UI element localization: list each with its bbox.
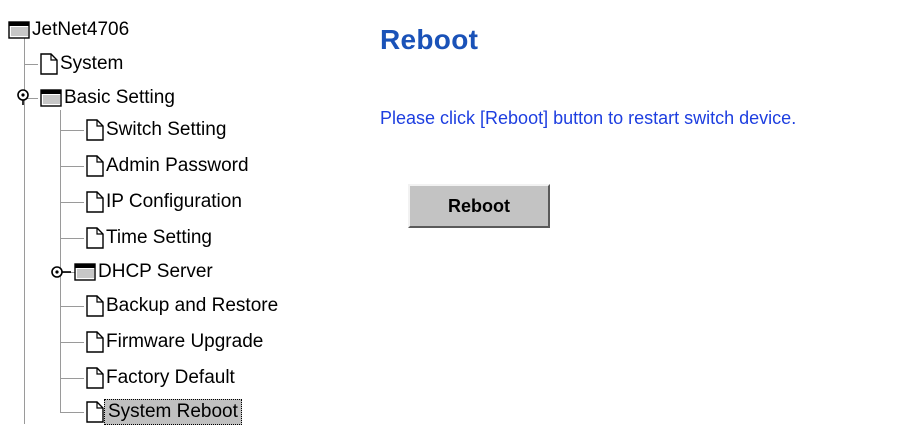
tree-label-system: System bbox=[60, 53, 124, 74]
tree-root-node[interactable]: JetNet4706 bbox=[8, 16, 131, 44]
tree-line bbox=[60, 202, 84, 203]
tree-label: Firmware Upgrade bbox=[106, 331, 264, 352]
tree-line bbox=[60, 412, 84, 413]
page-icon bbox=[86, 155, 104, 177]
page-icon bbox=[40, 53, 58, 75]
tree-item-time-setting[interactable]: Time Setting bbox=[86, 224, 214, 252]
tree-item-admin-password[interactable]: Admin Password bbox=[86, 152, 251, 180]
navigation-tree: JetNet4706 System Basic Setting Switch S… bbox=[0, 0, 360, 433]
tree-item-ip-configuration[interactable]: IP Configuration bbox=[86, 188, 244, 216]
expand-toggle-icon[interactable] bbox=[50, 264, 72, 280]
instruction-text: Please click [Reboot] button to restart … bbox=[380, 108, 797, 128]
tree-item-backup-and-restore[interactable]: Backup and Restore bbox=[86, 292, 280, 320]
tree-line bbox=[60, 306, 84, 307]
tree-item-system[interactable]: System bbox=[40, 50, 125, 78]
tree-item-dhcp-server[interactable]: DHCP Server bbox=[74, 258, 215, 286]
page-icon bbox=[86, 331, 104, 353]
tree-label-selected: System Reboot bbox=[104, 399, 242, 425]
tree-label: Switch Setting bbox=[106, 119, 227, 140]
tree-line bbox=[60, 166, 84, 167]
tree-line bbox=[60, 342, 84, 343]
page-icon bbox=[86, 191, 104, 213]
tree-label: Backup and Restore bbox=[106, 295, 279, 316]
page-icon bbox=[86, 227, 104, 249]
tree-item-switch-setting[interactable]: Switch Setting bbox=[86, 116, 228, 144]
tree-line bbox=[24, 64, 38, 65]
tree-line bbox=[60, 110, 61, 412]
tree-line bbox=[60, 378, 84, 379]
tree-label-basic-setting: Basic Setting bbox=[64, 87, 175, 108]
collapse-toggle-icon[interactable] bbox=[14, 88, 32, 106]
page-icon bbox=[86, 295, 104, 317]
tree-line bbox=[60, 130, 84, 131]
tree-line bbox=[60, 238, 84, 239]
page-icon bbox=[86, 367, 104, 389]
tree-item-basic-setting[interactable]: Basic Setting bbox=[40, 84, 177, 112]
page-title: Reboot bbox=[380, 24, 479, 55]
tree-label: DHCP Server bbox=[98, 261, 213, 282]
page-icon bbox=[86, 401, 104, 423]
tree-item-system-reboot[interactable]: System Reboot bbox=[86, 398, 242, 426]
tree-label: IP Configuration bbox=[106, 191, 242, 212]
reboot-button[interactable]: Reboot bbox=[408, 184, 550, 228]
tree-label: Admin Password bbox=[106, 155, 249, 176]
folder-icon bbox=[74, 263, 96, 281]
folder-icon bbox=[8, 21, 30, 39]
tree-item-firmware-upgrade[interactable]: Firmware Upgrade bbox=[86, 328, 265, 356]
tree-item-factory-default[interactable]: Factory Default bbox=[86, 364, 237, 392]
folder-icon bbox=[40, 89, 62, 107]
tree-label-root: JetNet4706 bbox=[32, 19, 130, 40]
tree-label: Factory Default bbox=[106, 367, 235, 388]
tree-label: Time Setting bbox=[106, 227, 212, 248]
page-icon bbox=[86, 119, 104, 141]
